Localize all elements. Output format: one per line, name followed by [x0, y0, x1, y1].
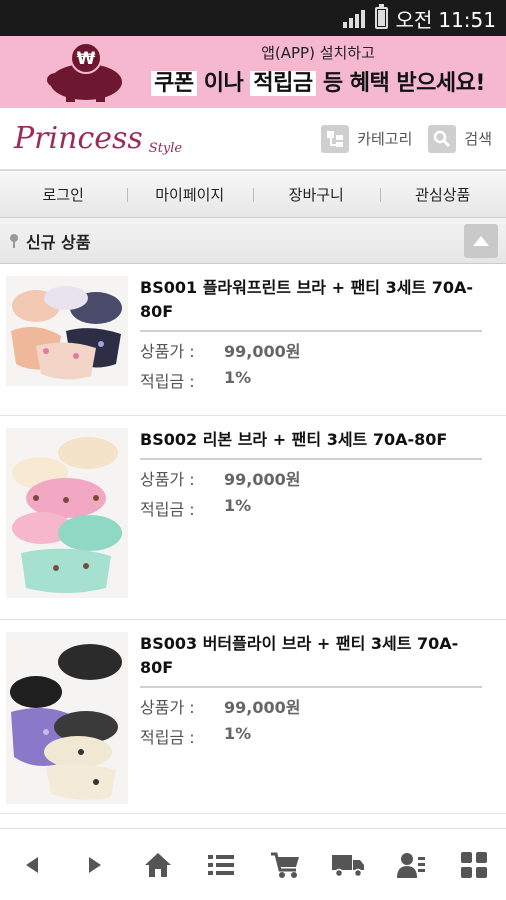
- points-label: 적립금 :: [140, 500, 195, 519]
- points-row: 적립금 : 1%: [140, 724, 482, 748]
- product-info: BS001 플라워프린트 브라 + 팬티 3세트 70A-80F 상품가 : 99…: [140, 276, 500, 415]
- bottom-toolbar: [0, 828, 506, 900]
- status-bar: 오전 11:51: [0, 0, 506, 36]
- site-logo[interactable]: Princess Style: [14, 121, 182, 156]
- banner-benefit: 등 혜택 받으세요!: [322, 71, 486, 96]
- banner-or: 이나: [203, 71, 244, 96]
- banner-points: 적립금: [250, 71, 316, 96]
- product-image[interactable]: [6, 276, 128, 386]
- arrow-right-icon[interactable]: [75, 845, 115, 885]
- points-value: 1%: [224, 724, 252, 743]
- status-ampm: 오전: [395, 7, 433, 32]
- product-image[interactable]: [6, 428, 128, 598]
- price-label: 상품가 :: [140, 698, 195, 717]
- points-label: 적립금 :: [140, 728, 195, 747]
- product-image[interactable]: [6, 632, 128, 804]
- category-label: 카테고리: [357, 130, 413, 148]
- list-icon[interactable]: [201, 845, 241, 885]
- points-row: 적립금 : 1%: [140, 496, 482, 520]
- price-value: 99,000원: [224, 342, 301, 361]
- cart-icon[interactable]: [265, 845, 305, 885]
- points-value: 1%: [224, 368, 252, 387]
- user-menu-icon[interactable]: [391, 845, 431, 885]
- scroll-top-button[interactable]: [464, 223, 498, 258]
- price-row: 상품가 : 99,000원: [140, 338, 482, 362]
- coin-symbol: ₩: [77, 49, 96, 69]
- nav-login[interactable]: 로그인: [0, 184, 127, 205]
- search-label: 검색: [464, 130, 492, 148]
- product-item[interactable]: BS002 리본 브라 + 팬티 3세트 70A-80F 상품가 : 99,000…: [0, 416, 506, 620]
- chevron-up-icon: [473, 235, 489, 246]
- logo-main: Princess: [14, 121, 143, 156]
- price-row: 상품가 : 99,000원: [140, 694, 482, 718]
- search-button[interactable]: 검색: [428, 124, 492, 153]
- section-title-wrap: 신규 상품: [8, 229, 90, 253]
- nav-cart[interactable]: 장바구니: [253, 184, 380, 205]
- pin-icon: [10, 233, 18, 248]
- price-value: 99,000원: [224, 470, 301, 489]
- price-value: 99,000원: [224, 698, 301, 717]
- section-title: 신규 상품: [26, 232, 91, 252]
- grid-icon[interactable]: [454, 845, 494, 885]
- nav-mypage[interactable]: 마이페이지: [126, 184, 254, 205]
- search-icon: [428, 124, 457, 153]
- banner-line2: 쿠폰 이나 적립금 등 혜택 받으세요!: [130, 65, 506, 97]
- points-label: 적립금 :: [140, 372, 195, 391]
- category-icon: [321, 124, 350, 153]
- product-title[interactable]: BS003 버터플라이 브라 + 팬티 3세트 70A-80F: [140, 632, 482, 688]
- section-header: 신규 상품: [0, 218, 506, 264]
- price-label: 상품가 :: [140, 470, 195, 489]
- product-title[interactable]: BS001 플라워프린트 브라 + 팬티 3세트 70A-80F: [140, 276, 482, 332]
- signal-icon: [342, 8, 367, 28]
- header-actions: 카테고리 검색: [321, 124, 492, 153]
- product-item[interactable]: BS001 플라워프린트 브라 + 팬티 3세트 70A-80F 상품가 : 99…: [0, 264, 506, 416]
- main-nav: 로그인 마이페이지 장바구니 관심상품: [0, 170, 506, 218]
- product-list: BS001 플라워프린트 브라 + 팬티 3세트 70A-80F 상품가 : 99…: [0, 264, 506, 814]
- home-icon[interactable]: [138, 845, 178, 885]
- status-time: 11:51: [438, 7, 496, 32]
- site-header: Princess Style 카테고리 검색: [0, 108, 506, 170]
- banner-text: 앱(APP) 설치하고 쿠폰 이나 적립금 등 혜택 받으세요!: [130, 42, 506, 97]
- app-install-banner[interactable]: ₩ 앱(APP) 설치하고 쿠폰 이나 적립금 등 혜택 받으세요!: [0, 36, 506, 108]
- product-info: BS003 버터플라이 브라 + 팬티 3세트 70A-80F 상품가 : 99,…: [140, 632, 500, 813]
- points-value: 1%: [224, 496, 252, 515]
- banner-line1: 앱(APP) 설치하고: [261, 44, 375, 62]
- price-row: 상품가 : 99,000원: [140, 466, 482, 490]
- arrow-left-icon[interactable]: [12, 845, 52, 885]
- piggy-bank-icon: ₩: [47, 42, 122, 102]
- delivery-truck-icon[interactable]: [328, 845, 368, 885]
- points-row: 적립금 : 1%: [140, 368, 482, 392]
- status-clock: 오전 11:51: [396, 4, 496, 33]
- price-label: 상품가 :: [140, 342, 195, 361]
- logo-sub: Style: [148, 141, 183, 156]
- product-item[interactable]: BS003 버터플라이 브라 + 팬티 3세트 70A-80F 상품가 : 99,…: [0, 620, 506, 814]
- category-button[interactable]: 카테고리: [321, 124, 413, 153]
- product-info: BS002 리본 브라 + 팬티 3세트 70A-80F 상품가 : 99,000…: [140, 428, 500, 619]
- battery-icon: [374, 4, 388, 29]
- nav-wishlist[interactable]: 관심상품: [379, 184, 506, 205]
- product-title[interactable]: BS002 리본 브라 + 팬티 3세트 70A-80F: [140, 428, 482, 460]
- banner-coupon: 쿠폰: [151, 71, 197, 96]
